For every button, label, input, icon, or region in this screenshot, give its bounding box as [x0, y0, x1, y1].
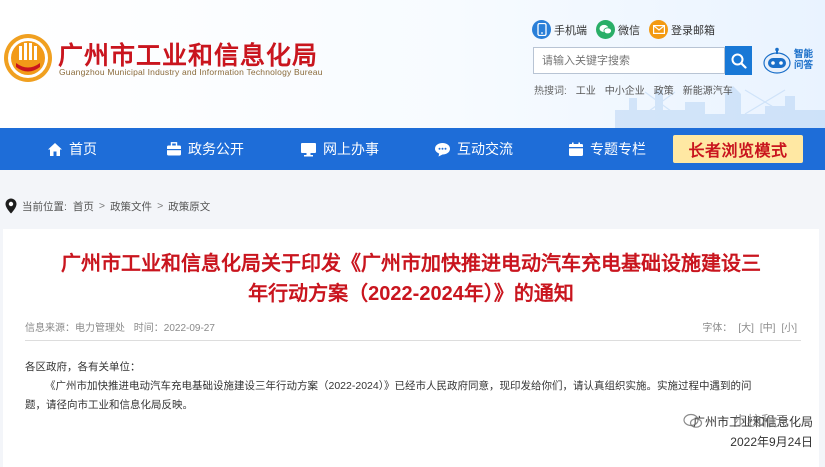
mail-link[interactable]: 登录邮箱: [649, 20, 715, 39]
site-subtitle: Guangzhou Municipal Industry and Informa…: [59, 67, 323, 77]
nav-item-online-services[interactable]: 网上办事: [300, 128, 379, 170]
monitor-icon: [301, 142, 316, 156]
signature-date: 2022年9月24日: [730, 435, 814, 449]
article-title-line: 年行动方案（2022-2024年）》的通知: [248, 283, 574, 305]
breadcrumb-separator: >: [157, 200, 164, 212]
nav-item-label: 政务公开: [188, 141, 244, 157]
search-input[interactable]: [533, 47, 725, 74]
nav-item-interaction[interactable]: 互动交流: [434, 128, 513, 170]
home-icon: [48, 142, 62, 156]
mobile-link-label: 手机端: [554, 24, 587, 37]
search-button[interactable]: [725, 46, 752, 75]
breadcrumb: 当前位置: 首页 > 政策文件 > 政策原文: [0, 196, 210, 216]
divider: [25, 340, 801, 341]
article-body: 各区政府，各有关单位： 《广州市加快推进电动汽车充电基础设施建设三年行动方案（2…: [25, 358, 801, 415]
bureau-logo[interactable]: [2, 32, 54, 84]
nav-item-label: 网上办事: [323, 141, 379, 157]
mobile-link[interactable]: 手机端: [532, 20, 587, 39]
wechat-link[interactable]: 微信: [596, 20, 640, 39]
robot-icon[interactable]: [762, 47, 792, 75]
search-icon: [731, 53, 747, 69]
font-size-large[interactable]: [大]: [738, 319, 754, 334]
article-meta: 信息来源：电力管理处 时间：2022-09-27: [25, 319, 215, 334]
font-size-label: 字体：: [702, 323, 733, 334]
smart-qa-label[interactable]: 智能问答: [794, 49, 818, 71]
article-source: 信息来源：电力管理处: [25, 323, 125, 334]
chat-icon: [435, 142, 450, 156]
hot-word[interactable]: 新能源汽车: [683, 82, 733, 97]
hot-search-words: 热搜词: 工业 中小企业 政策 新能源汽车: [534, 82, 733, 97]
article-title-line: 广州市工业和信息化局关于印发《广州市加快推进电动汽车充电基础设施建设三: [61, 253, 761, 275]
top-links: 手机端 微信 登录邮箱: [532, 20, 724, 39]
article-panel: 广州市工业和信息化局关于印发《广州市加快推进电动汽车充电基础设施建设三 年行动方…: [3, 229, 819, 467]
nav-item-gov-affairs[interactable]: 政务公开: [166, 128, 244, 170]
hot-word[interactable]: 政策: [654, 82, 674, 97]
article-paragraph: 《广州市加快推进电动汽车充电基础设施建设三年行动方案（2022-2024）》已经…: [45, 380, 752, 392]
nav-item-home[interactable]: 首页: [47, 128, 97, 170]
breadcrumb-home[interactable]: 首页: [73, 199, 94, 214]
wechat-link-label: 微信: [618, 24, 640, 37]
mail-link-label: 登录邮箱: [671, 24, 715, 37]
wechat-icon: [596, 20, 615, 39]
briefcase-icon: [167, 142, 181, 156]
mobile-icon: [532, 20, 551, 39]
hot-word[interactable]: 中小企业: [605, 82, 645, 97]
font-size-small[interactable]: [小]: [781, 319, 797, 334]
breadcrumb-label: 当前位置:: [22, 200, 67, 213]
font-size-switcher: 字体： [大] [中] [小]: [702, 319, 797, 334]
calendar-icon: [569, 142, 583, 156]
mail-icon: [649, 20, 668, 39]
article-greeting: 各区政府，各有关单位：: [25, 361, 141, 373]
hot-search-label: 热搜词:: [534, 86, 567, 97]
breadcrumb-separator: >: [98, 200, 106, 212]
watermark-text: 步校和元: [733, 413, 789, 429]
nav-item-label: 首页: [69, 141, 97, 157]
hot-word[interactable]: 工业: [576, 82, 596, 97]
elder-mode-button[interactable]: 长者浏览模式: [673, 135, 803, 163]
watermark: 步校和元: [683, 410, 823, 432]
breadcrumb-policy-original[interactable]: 政策原文: [168, 199, 210, 214]
article-date: 时间：2022-09-27: [133, 323, 215, 334]
article-title: 广州市工业和信息化局关于印发《广州市加快推进电动汽车充电基础设施建设三 年行动方…: [3, 249, 819, 309]
nav-item-label: 专题专栏: [590, 141, 646, 157]
location-pin-icon: [5, 198, 17, 214]
wechat-watermark-icon: [683, 413, 703, 428]
font-size-medium[interactable]: [中]: [760, 319, 776, 334]
breadcrumb-policy-files[interactable]: 政策文件: [110, 199, 152, 214]
nav-item-label: 互动交流: [457, 141, 513, 157]
nav-item-special-topics[interactable]: 专题专栏: [568, 128, 646, 170]
